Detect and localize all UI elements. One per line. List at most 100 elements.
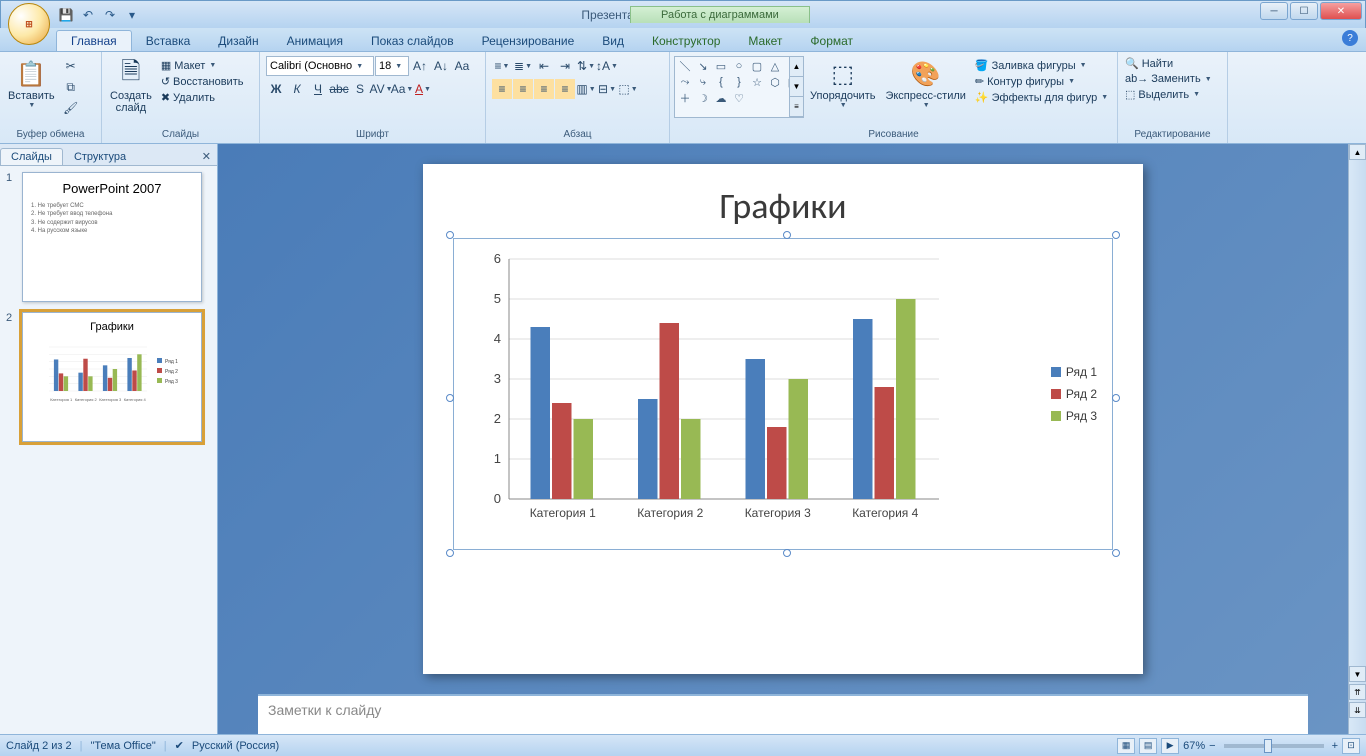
prev-slide-icon[interactable]: ⇈	[1349, 684, 1366, 700]
office-button[interactable]: ⊞	[8, 3, 50, 45]
reset-button[interactable]: ↺ Восстановить	[158, 74, 247, 89]
align-text-icon[interactable]: ⊟▼	[597, 79, 617, 99]
copy-icon[interactable]: ⧉	[61, 77, 81, 97]
undo-icon[interactable]: ↶	[79, 6, 97, 24]
save-icon[interactable]: 💾	[57, 6, 75, 24]
normal-view-icon[interactable]: ▦	[1117, 738, 1135, 754]
cut-icon[interactable]: ✂	[61, 56, 81, 76]
language-indicator[interactable]: Русский (Россия)	[192, 740, 279, 752]
shape-brace2-icon[interactable]: }	[731, 75, 747, 89]
shape-outline-button[interactable]: ✏ Контур фигуры ▼	[972, 74, 1111, 89]
shape-arrow-icon[interactable]: ↘	[695, 59, 711, 73]
align-left-icon[interactable]: ≡	[492, 79, 512, 99]
paste-button[interactable]: 📋 Вставить ▼	[4, 56, 59, 111]
tab-chart-format[interactable]: Формат	[796, 31, 867, 51]
numbering-icon[interactable]: ≣▼	[513, 56, 533, 76]
zoom-level[interactable]: 67%	[1183, 740, 1205, 752]
minimize-button[interactable]: ─	[1260, 2, 1288, 20]
slide-count[interactable]: Слайд 2 из 2	[6, 740, 72, 752]
layout-button[interactable]: ▦ Макет ▼	[158, 58, 247, 73]
italic-icon[interactable]: К	[287, 79, 307, 99]
shape-star-icon[interactable]: ☆	[749, 75, 765, 89]
columns-icon[interactable]: ▥▼	[576, 79, 596, 99]
format-painter-icon[interactable]: 🖌	[61, 98, 81, 118]
shapes-down-icon[interactable]: ▼	[790, 77, 803, 97]
shape-connector-icon[interactable]: ⤷	[695, 75, 711, 89]
decrease-indent-icon[interactable]: ⇤	[534, 56, 554, 76]
bullets-icon[interactable]: ≡▼	[492, 56, 512, 76]
shape-hex-icon[interactable]: ⬡	[767, 75, 783, 89]
grow-font-icon[interactable]: A↑	[410, 56, 430, 76]
fit-window-icon[interactable]: ⊡	[1342, 738, 1360, 754]
slideshow-view-icon[interactable]: ▶	[1161, 738, 1179, 754]
panel-tab-outline[interactable]: Структура	[63, 148, 137, 165]
thumbnail-1[interactable]: PowerPoint 2007 1. Не требует СМС 2. Не …	[22, 172, 202, 302]
select-button[interactable]: ⬚ Выделить ▼	[1122, 87, 1203, 102]
scroll-up-icon[interactable]: ▲	[1349, 144, 1366, 160]
shape-line-icon[interactable]: ＼	[677, 59, 693, 73]
strike-icon[interactable]: abc	[329, 79, 349, 99]
thumbnail-2[interactable]: Графики Ряд 1Ряд 2Ряд 3Категория 1Катего…	[22, 312, 202, 442]
tab-slideshow[interactable]: Показ слайдов	[357, 31, 468, 51]
shape-moon-icon[interactable]: ☽	[695, 91, 711, 105]
find-button[interactable]: 🔍 Найти	[1122, 56, 1176, 71]
zoom-slider[interactable]	[1224, 744, 1324, 748]
font-family-combo[interactable]: Calibri (Основно▼	[266, 56, 374, 76]
zoom-out-icon[interactable]: −	[1209, 740, 1215, 752]
new-slide-button[interactable]: 🗎 Создать слайд	[106, 56, 156, 116]
maximize-button[interactable]: ☐	[1290, 2, 1318, 20]
tab-animation[interactable]: Анимация	[273, 31, 357, 51]
theme-name[interactable]: "Тема Office"	[91, 740, 156, 752]
shape-oval-icon[interactable]: ○	[731, 59, 747, 73]
shape-tri-icon[interactable]: △	[767, 59, 783, 73]
arrange-button[interactable]: ⬚ Упорядочить▼	[806, 56, 879, 111]
chart-object[interactable]: 0123456Категория 1Категория 2Категория 3…	[453, 238, 1113, 550]
shape-effects-button[interactable]: ✨ Эффекты для фигур ▼	[972, 90, 1111, 105]
slide-title[interactable]: Графики	[453, 184, 1113, 228]
shape-curve-icon[interactable]: ⤳	[677, 75, 693, 89]
shape-rrect-icon[interactable]: ▢	[749, 59, 765, 73]
help-icon[interactable]: ?	[1342, 30, 1358, 46]
justify-icon[interactable]: ≡	[555, 79, 575, 99]
panel-close-icon[interactable]: ✕	[196, 148, 217, 165]
scroll-down-icon[interactable]: ▼	[1349, 666, 1366, 682]
shape-cloud-icon[interactable]: ☁	[713, 91, 729, 105]
notes-pane[interactable]: Заметки к слайду	[258, 694, 1308, 734]
panel-tab-slides[interactable]: Слайды	[0, 148, 63, 165]
align-right-icon[interactable]: ≡	[534, 79, 554, 99]
delete-slide-button[interactable]: ✖ Удалить	[158, 90, 247, 105]
tab-view[interactable]: Вид	[588, 31, 638, 51]
shapes-more-icon[interactable]: ≡	[790, 97, 803, 117]
tab-chart-designer[interactable]: Конструктор	[638, 31, 734, 51]
clear-format-icon[interactable]: Aa	[452, 56, 472, 76]
tab-insert[interactable]: Вставка	[132, 31, 205, 51]
tab-home[interactable]: Главная	[56, 30, 132, 51]
sorter-view-icon[interactable]: ▤	[1139, 738, 1157, 754]
tab-design[interactable]: Дизайн	[204, 31, 272, 51]
bold-icon[interactable]: Ж	[266, 79, 286, 99]
shapes-up-icon[interactable]: ▲	[790, 57, 803, 77]
shape-rect-icon[interactable]: ▭	[713, 59, 729, 73]
line-spacing-icon[interactable]: ⇅▼	[576, 56, 596, 76]
zoom-in-icon[interactable]: +	[1332, 740, 1338, 752]
shadow-icon[interactable]: S	[350, 79, 370, 99]
redo-icon[interactable]: ↷	[101, 6, 119, 24]
close-button[interactable]: ✕	[1320, 2, 1362, 20]
shrink-font-icon[interactable]: A↓	[431, 56, 451, 76]
change-case-icon[interactable]: Aa▼	[392, 79, 412, 99]
replace-button[interactable]: ab→ Заменить ▼	[1122, 72, 1215, 86]
shapes-gallery[interactable]: ＼ ↘ ▭ ○ ▢ △ ➡ ⤳ ⤷ { } ☆ ⬡ ⬒ ＋ ☽ ☁ ♡ ▲	[674, 56, 804, 118]
next-slide-icon[interactable]: ⇊	[1349, 702, 1366, 718]
shape-plus-icon[interactable]: ＋	[677, 91, 693, 105]
qat-customize-icon[interactable]: ▾	[123, 6, 141, 24]
underline-icon[interactable]: Ч	[308, 79, 328, 99]
vertical-scrollbar[interactable]: ▲ ▼ ⇈ ⇊	[1348, 144, 1366, 734]
quick-styles-button[interactable]: 🎨 Экспресс-стили▼	[881, 56, 969, 111]
shape-heart-icon[interactable]: ♡	[731, 91, 747, 105]
align-center-icon[interactable]: ≡	[513, 79, 533, 99]
tab-chart-layout[interactable]: Макет	[734, 31, 796, 51]
font-color-icon[interactable]: A▼	[413, 79, 433, 99]
increase-indent-icon[interactable]: ⇥	[555, 56, 575, 76]
font-size-combo[interactable]: 18▼	[375, 56, 409, 76]
tab-review[interactable]: Рецензирование	[468, 31, 589, 51]
